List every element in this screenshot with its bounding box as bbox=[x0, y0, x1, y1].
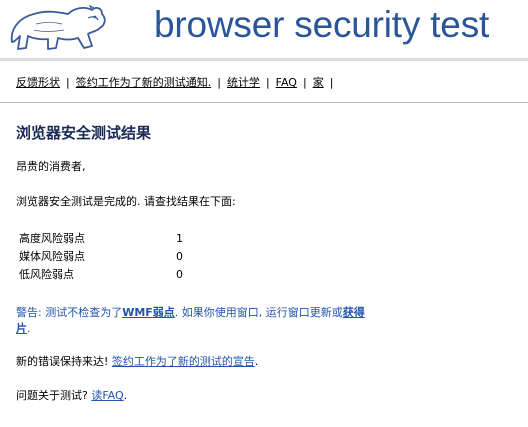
result-label: 媒体风险弱点 bbox=[19, 250, 85, 263]
greeting-text: 昂贵的消费者, bbox=[16, 160, 86, 173]
result-value: 1 bbox=[176, 232, 183, 245]
nav-separator: | bbox=[302, 76, 307, 89]
nav-separator: | bbox=[329, 76, 334, 89]
result-row-high: 高度风险弱点 1 bbox=[19, 230, 219, 248]
nav-home-link[interactable]: 家 bbox=[313, 76, 324, 89]
nav-divider bbox=[0, 102, 528, 103]
results-table: 高度风险弱点 1 媒体风险弱点 0 低风险弱点 0 bbox=[19, 230, 219, 284]
result-value: 0 bbox=[176, 268, 183, 281]
questions-text: 问题关于测试? 读FAQ. bbox=[16, 388, 127, 404]
new-bugs-prefix: 新的错误保持来达! bbox=[16, 355, 112, 368]
new-bugs-suffix: . bbox=[254, 355, 259, 368]
get-patch-link-continued[interactable]: 片 bbox=[16, 322, 27, 335]
nav-bar: 反馈形状 | 签约工作为了新的测试通知. | 统计学 | FAQ | 家 | bbox=[16, 74, 339, 92]
warning-text: 警告: 测试不检查为了WMF弱点. 如果你使用窗口, 运行窗口更新或获得 bbox=[16, 305, 365, 321]
nav-signup-link[interactable]: 签约工作为了新的测试通知. bbox=[76, 76, 212, 89]
signup-announcement-link[interactable]: 签约工作为了新的测试的宣告 bbox=[112, 355, 255, 368]
intro-text: 浏览器安全测试是完成的. 请查找结果在下面: bbox=[16, 195, 236, 208]
warning-prefix: 警告: 测试不检查为了 bbox=[16, 306, 123, 319]
get-patch-link[interactable]: 获得 bbox=[343, 306, 365, 319]
result-label: 高度风险弱点 bbox=[19, 232, 85, 245]
nav-separator: | bbox=[66, 76, 70, 89]
new-bugs-text: 新的错误保持来达! 签约工作为了新的测试的宣告. bbox=[16, 354, 258, 370]
header: browser security test bbox=[0, 0, 528, 58]
read-faq-link-faq: FAQ bbox=[102, 389, 124, 402]
result-row-low: 低风险弱点 0 bbox=[19, 266, 219, 284]
nav-faq-link[interactable]: FAQ bbox=[276, 76, 297, 89]
questions-suffix: . bbox=[123, 389, 128, 402]
read-faq-link-text: 读 bbox=[91, 389, 103, 402]
header-divider bbox=[0, 58, 528, 61]
nav-stats-link[interactable]: 统计学 bbox=[227, 76, 260, 89]
site-title: browser security test bbox=[154, 4, 490, 45]
warning-middle: . 如果你使用窗口, 运行窗口更新或 bbox=[174, 306, 343, 319]
nav-separator: | bbox=[265, 76, 270, 89]
warning-text-continued: 片. bbox=[16, 321, 31, 337]
page-title: 浏览器安全测试结果 bbox=[16, 124, 152, 142]
polar-bear-logo bbox=[10, 4, 106, 50]
result-value: 0 bbox=[176, 250, 183, 263]
wmf-vulnerability-link[interactable]: WMF弱点 bbox=[122, 306, 175, 319]
questions-prefix: 问题关于测试? bbox=[16, 389, 92, 402]
result-row-medium: 媒体风险弱点 0 bbox=[19, 248, 219, 266]
result-label: 低风险弱点 bbox=[19, 268, 74, 281]
warning-suffix: . bbox=[27, 322, 31, 335]
nav-separator: | bbox=[217, 76, 221, 89]
nav-feedback-link[interactable]: 反馈形状 bbox=[16, 76, 60, 89]
read-faq-link[interactable]: 读FAQ bbox=[91, 389, 123, 402]
